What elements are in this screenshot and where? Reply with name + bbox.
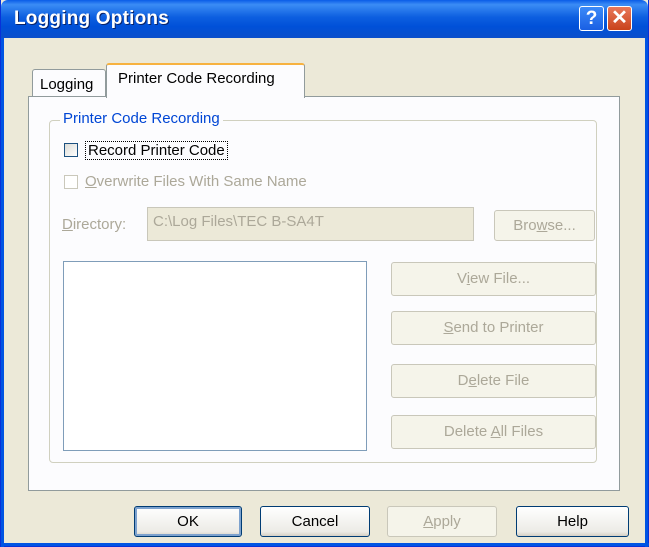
window-border-bottom	[1, 543, 649, 546]
overwrite-files-checkbox[interactable]	[64, 175, 78, 189]
overwrite-label-rest: verwrite Files With Same Name	[96, 173, 307, 190]
view-post: ew File...	[470, 270, 531, 287]
deleteall-pre: Delete	[443, 423, 491, 440]
delete-post: lete File	[476, 372, 530, 389]
tab-logging[interactable]: Logging	[32, 69, 106, 97]
view-file-button[interactable]: View File...	[391, 262, 596, 296]
apply-button[interactable]: Apply	[387, 506, 497, 537]
window-border-left	[1, 38, 4, 547]
send-accel: S	[443, 319, 454, 336]
deleteall-post: ll Files	[500, 423, 544, 440]
close-icon[interactable]: ✕	[607, 6, 632, 31]
window-border-right	[645, 38, 648, 547]
help-button[interactable]: Help	[516, 506, 629, 537]
window-title: Logging Options	[14, 8, 169, 29]
browse-button[interactable]: Browse...	[494, 210, 595, 241]
cancel-button[interactable]: Cancel	[260, 506, 370, 537]
send-to-printer-button[interactable]: Send to Printer	[391, 311, 596, 345]
overwrite-files-label[interactable]: Overwrite Files With Same Name	[85, 173, 307, 190]
record-printer-code-label[interactable]: Record Printer Code	[85, 141, 228, 160]
directory-field[interactable]: C:\Log Files\TEC B-SA4T	[147, 207, 474, 241]
directory-label: Directory:	[62, 216, 126, 233]
browse-accel: w	[536, 217, 548, 234]
group-title: Printer Code Recording	[60, 110, 223, 127]
overwrite-accel-letter: O	[85, 173, 97, 190]
delete-pre: D	[457, 372, 469, 389]
tab-printer-code-recording[interactable]: Printer Code Recording	[106, 63, 305, 98]
directory-label-rest: irectory:	[72, 216, 127, 233]
delete-accel: e	[468, 372, 477, 389]
browse-pre: Bro	[513, 217, 537, 234]
title-bar[interactable]: Logging Options ? ✕	[1, 0, 648, 38]
apply-accel: A	[423, 513, 434, 530]
browse-post: se...	[547, 217, 576, 234]
help-icon[interactable]: ?	[579, 6, 604, 31]
delete-file-button[interactable]: Delete File	[391, 364, 596, 398]
record-printer-code-checkbox[interactable]	[64, 143, 78, 157]
directory-accel-letter: D	[62, 216, 73, 233]
deleteall-accel: A	[490, 423, 501, 440]
view-pre: V	[456, 270, 467, 287]
ok-button[interactable]: OK	[134, 506, 242, 537]
delete-all-files-button[interactable]: Delete All Files	[391, 415, 596, 449]
send-post: end to Printer	[453, 319, 544, 336]
log-files-list[interactable]	[63, 261, 367, 451]
apply-post: pply	[433, 513, 461, 530]
logging-options-dialog: Logging Options ? ✕ Logging Printer Code…	[0, 0, 649, 547]
